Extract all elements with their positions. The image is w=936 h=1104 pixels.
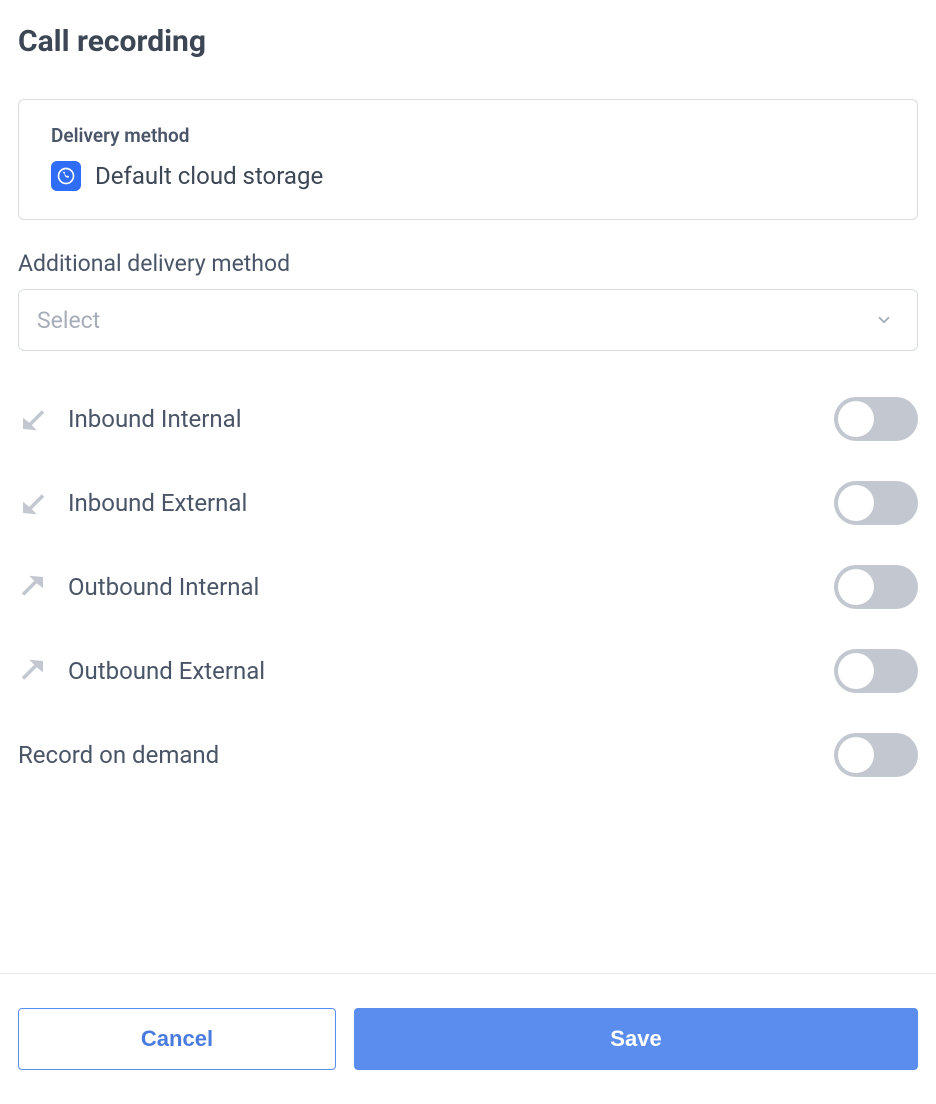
toggle-inbound-internal[interactable]	[834, 397, 918, 441]
toggle-knob	[838, 401, 874, 437]
additional-delivery-label: Additional delivery method	[18, 250, 918, 277]
toggle-outbound-external[interactable]	[834, 649, 918, 693]
arrow-inbound-icon	[18, 404, 48, 434]
additional-delivery-select[interactable]: Select	[18, 289, 918, 351]
toggle-knob	[838, 737, 874, 773]
toggle-inbound-external[interactable]	[834, 481, 918, 525]
toggle-label: Outbound Internal	[68, 573, 259, 601]
delivery-method-value-row: Default cloud storage	[51, 161, 885, 191]
toggle-knob	[838, 569, 874, 605]
toggle-row-outbound-external: Outbound External	[18, 629, 918, 713]
toggle-row-inbound-internal: Inbound Internal	[18, 377, 918, 461]
arrow-inbound-icon	[18, 488, 48, 518]
delivery-method-label: Delivery method	[51, 124, 885, 147]
toggle-row-outbound-internal: Outbound Internal	[18, 545, 918, 629]
toggle-knob	[838, 653, 874, 689]
select-placeholder: Select	[37, 307, 100, 334]
footer: Cancel Save	[0, 973, 936, 1104]
toggle-outbound-internal[interactable]	[834, 565, 918, 609]
toggle-record-on-demand[interactable]	[834, 733, 918, 777]
page-title: Call recording	[18, 24, 918, 59]
chevron-down-icon	[875, 311, 893, 329]
arrow-outbound-icon	[18, 572, 48, 602]
save-button[interactable]: Save	[354, 1008, 918, 1070]
toggle-label: Record on demand	[18, 741, 219, 769]
cancel-button[interactable]: Cancel	[18, 1008, 336, 1070]
arrow-outbound-icon	[18, 656, 48, 686]
toggle-label: Inbound Internal	[68, 405, 242, 433]
toggle-row-record-on-demand: Record on demand	[18, 713, 918, 797]
toggle-label: Outbound External	[68, 657, 265, 685]
toggle-knob	[838, 485, 874, 521]
delivery-method-value: Default cloud storage	[95, 162, 323, 190]
toggle-row-inbound-external: Inbound External	[18, 461, 918, 545]
toggle-label: Inbound External	[68, 489, 247, 517]
delivery-method-card: Delivery method Default cloud storage	[18, 99, 918, 220]
phone-icon	[51, 161, 81, 191]
